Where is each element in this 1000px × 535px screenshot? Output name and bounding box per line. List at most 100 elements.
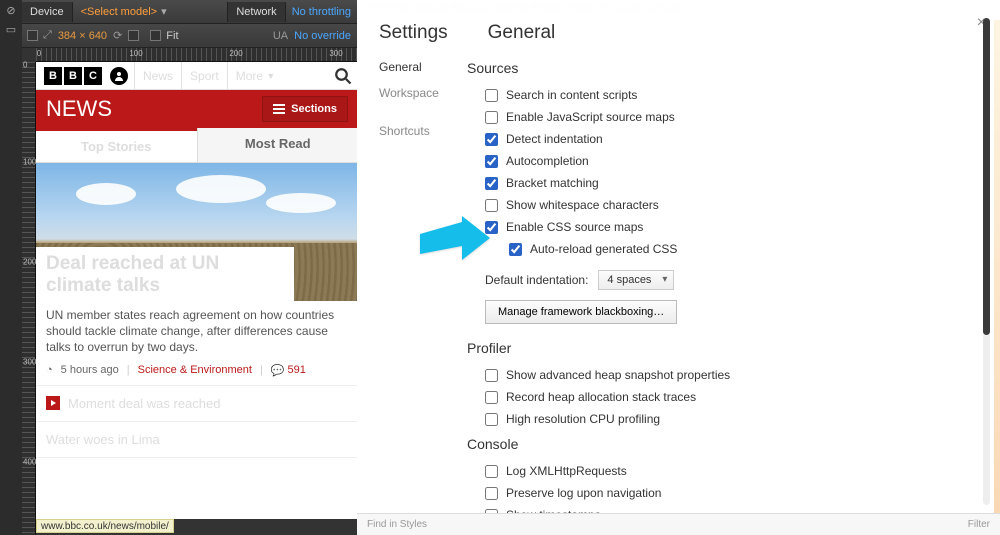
ruler-tick: 100 bbox=[129, 49, 142, 58]
nav-general[interactable]: General bbox=[379, 54, 467, 80]
blackbox-button[interactable]: Manage framework blackboxing… bbox=[485, 300, 677, 324]
opt-js-source-maps[interactable]: Enable JavaScript source maps bbox=[467, 106, 960, 128]
search-icon[interactable] bbox=[334, 67, 352, 85]
opt-autocompletion[interactable]: Autocompletion bbox=[467, 150, 960, 172]
opt-label: High resolution CPU profiling bbox=[506, 412, 660, 426]
viewport[interactable]: B B C News Sport More ▼ NEWS bbox=[36, 62, 358, 519]
chevron-down-icon[interactable]: ▾ bbox=[161, 5, 167, 18]
bbc-logo-b: B bbox=[64, 67, 82, 85]
related-link-2[interactable]: Water woes in Lima bbox=[36, 422, 358, 458]
checkbox[interactable] bbox=[485, 89, 498, 102]
opt-label: Search in content scripts bbox=[506, 88, 637, 102]
article-meta: ◔ 5 hours ago | Science & Environment | … bbox=[36, 360, 358, 386]
opt-whitespace[interactable]: Show whitespace characters bbox=[467, 194, 960, 216]
opt-search-content-scripts[interactable]: Search in content scripts bbox=[467, 84, 960, 106]
article-summary: UN member states reach agreement on how … bbox=[36, 301, 358, 360]
checkbox[interactable] bbox=[485, 133, 498, 146]
network-select[interactable]: No throttling bbox=[286, 6, 357, 18]
nav-workspace[interactable]: Workspace bbox=[379, 80, 467, 106]
device-icon[interactable]: ▭ bbox=[6, 23, 16, 36]
opt-detect-indentation[interactable]: Detect indentation bbox=[467, 128, 960, 150]
checkbox[interactable] bbox=[485, 465, 498, 478]
checkbox[interactable] bbox=[485, 199, 498, 212]
news-title: NEWS bbox=[46, 96, 112, 122]
meta-comments[interactable]: 💬591 bbox=[271, 364, 306, 377]
device-label: Device bbox=[22, 2, 73, 22]
tab-most-read[interactable]: Most Read bbox=[197, 128, 359, 162]
checkbox[interactable] bbox=[485, 111, 498, 124]
nav-sport[interactable]: Sport bbox=[181, 62, 227, 89]
sections-button[interactable]: Sections bbox=[262, 96, 348, 122]
opt-label: Log XMLHttpRequests bbox=[506, 464, 627, 478]
swap-checkbox[interactable] bbox=[27, 30, 38, 41]
opt-log-xhr[interactable]: Log XMLHttpRequests bbox=[467, 460, 960, 482]
clock-icon: ◔ bbox=[46, 364, 53, 376]
scroll-thumb[interactable] bbox=[983, 18, 990, 335]
ruler-vertical: 0 100 200 300 400 bbox=[22, 62, 36, 535]
checkbox[interactable] bbox=[485, 391, 498, 404]
bbc-header: B B C News Sport More ▼ bbox=[36, 62, 358, 90]
bbc-logo[interactable]: B B C bbox=[36, 67, 110, 85]
section-sources-title: Sources bbox=[467, 60, 960, 76]
zoom-box[interactable] bbox=[128, 30, 139, 41]
checkbox[interactable] bbox=[485, 177, 498, 190]
opt-label: Detect indentation bbox=[506, 132, 603, 146]
meta-category[interactable]: Science & Environment bbox=[138, 364, 252, 376]
checkbox[interactable] bbox=[485, 155, 498, 168]
opt-preserve-log[interactable]: Preserve log upon navigation bbox=[467, 482, 960, 504]
checkbox[interactable] bbox=[485, 369, 498, 382]
rotate-icon[interactable]: ⟳ bbox=[113, 29, 122, 42]
settings-header: Settings General bbox=[357, 0, 1000, 54]
scrollbar[interactable] bbox=[983, 18, 990, 505]
bbc-logo-c: C bbox=[84, 67, 102, 85]
opt-css-source-maps[interactable]: Enable CSS source maps bbox=[467, 216, 960, 238]
nav-news[interactable]: News bbox=[134, 62, 181, 89]
filter-label[interactable]: Filter bbox=[968, 519, 990, 530]
section-console-title: Console bbox=[467, 436, 960, 452]
opt-heap-traces[interactable]: Record heap allocation stack traces bbox=[467, 386, 960, 408]
signin-icon[interactable] bbox=[110, 67, 128, 85]
tab-top-stories[interactable]: Top Stories bbox=[36, 128, 197, 162]
indent-select[interactable]: 4 spaces bbox=[598, 270, 674, 290]
fit-label: Fit bbox=[166, 30, 178, 42]
ua-label: UA bbox=[273, 30, 294, 42]
checkbox[interactable] bbox=[485, 413, 498, 426]
ua-select[interactable]: No override bbox=[294, 30, 357, 42]
nav-shortcuts[interactable]: Shortcuts bbox=[379, 118, 467, 144]
settings-nav: General Workspace Shortcuts bbox=[379, 54, 467, 519]
device-select[interactable]: <Select model> bbox=[73, 6, 165, 18]
headline: Deal reached at UN climate talks bbox=[46, 253, 284, 297]
ruler-tick: 100 bbox=[23, 158, 36, 167]
fit-checkbox[interactable] bbox=[150, 30, 161, 41]
burger-icon bbox=[273, 104, 285, 114]
comment-icon: 💬 bbox=[271, 364, 285, 377]
opt-heap-props[interactable]: Show advanced heap snapshot properties bbox=[467, 364, 960, 386]
settings-panel-title: General bbox=[488, 22, 556, 44]
checkbox[interactable] bbox=[485, 487, 498, 500]
opt-label: Show whitespace characters bbox=[506, 198, 659, 212]
opt-label: Record heap allocation stack traces bbox=[506, 390, 696, 404]
opt-high-res-cpu[interactable]: High resolution CPU profiling bbox=[467, 408, 960, 430]
checkbox[interactable] bbox=[509, 243, 522, 256]
ruler-tick: 300 bbox=[23, 358, 36, 367]
opt-bracket-matching[interactable]: Bracket matching bbox=[467, 172, 960, 194]
nav-more[interactable]: More ▼ bbox=[227, 62, 284, 89]
opt-label: Bracket matching bbox=[506, 176, 599, 190]
news-tabs: Top Stories Most Read bbox=[36, 128, 358, 163]
status-url: www.bbc.co.uk/news/mobile/ bbox=[36, 519, 174, 533]
find-in-styles[interactable]: Find in Styles bbox=[367, 519, 427, 530]
opt-label: Enable CSS source maps bbox=[506, 220, 643, 234]
ruler-area: 0 100 200 300 0 100 200 300 400 B B C bbox=[22, 48, 357, 535]
hero-article[interactable]: Deal reached at UN climate talks bbox=[36, 163, 358, 301]
ruler-tick: 0 bbox=[23, 61, 27, 70]
comment-count: 591 bbox=[288, 364, 306, 376]
ruler-tick: 300 bbox=[329, 49, 342, 58]
inspect-icon[interactable]: ⊘ bbox=[6, 4, 15, 17]
swap-icon[interactable]: ⤢ bbox=[43, 29, 52, 42]
dimensions-toolbar: ⤢ 384 × 640 ⟳ Fit UA No override bbox=[22, 24, 357, 48]
dimensions-value[interactable]: 384 × 640 bbox=[58, 30, 107, 42]
related-link-1[interactable]: Moment deal was reached bbox=[36, 386, 358, 422]
headline-box: Deal reached at UN climate talks bbox=[36, 247, 294, 301]
opt-auto-reload-css[interactable]: Auto-reload generated CSS bbox=[467, 238, 960, 260]
ruler-tick: 200 bbox=[23, 258, 36, 267]
